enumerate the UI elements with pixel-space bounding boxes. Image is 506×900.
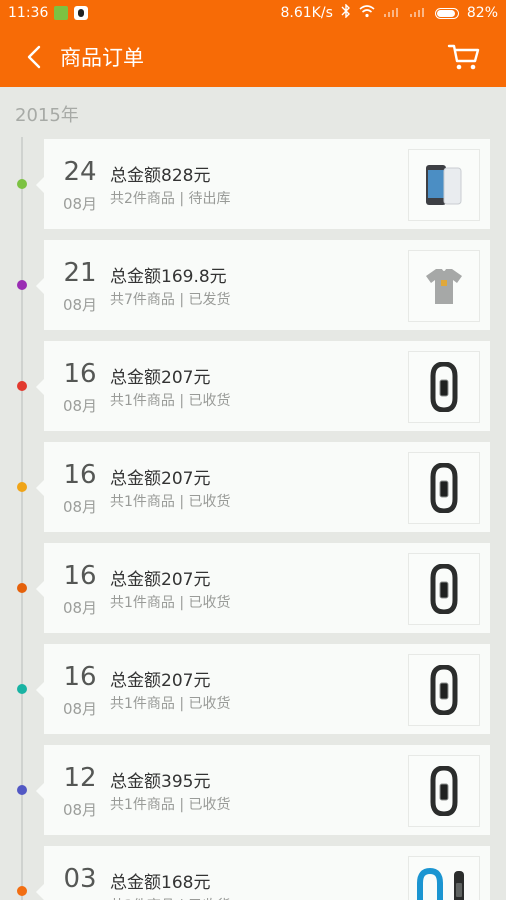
- signal-icon-2: [409, 6, 427, 21]
- order-month: 08月: [62, 296, 98, 314]
- order-card[interactable]: 16 08月 总金额207元共1件商品 | 已收货: [17, 442, 490, 532]
- page-title: 商品订单: [60, 45, 144, 70]
- band-thumbnail: [429, 564, 459, 614]
- order-total: 总金额168元: [110, 873, 211, 893]
- order-month: 08月: [62, 801, 98, 819]
- battery-fill: [436, 9, 455, 17]
- order-day: 16: [63, 460, 97, 490]
- timeline-dot: [17, 684, 27, 694]
- order-total: 总金额395元: [110, 772, 211, 792]
- order-meta: 共2件商品 | 待出库: [110, 191, 231, 207]
- order-timeline: 2015年 24 08月 总金额828元 共2件商品 | 待出库 21 08月 总金额169…: [0, 87, 506, 900]
- order-meta: 共1件商品 | 已收货: [110, 494, 231, 510]
- phone-thumbnail: [424, 162, 464, 208]
- order-day: 24: [63, 157, 97, 187]
- order-total: 总金额207元: [110, 671, 211, 691]
- order-total: 总金额207元: [110, 469, 211, 489]
- product-thumbnail[interactable]: [408, 856, 480, 900]
- bluetooth-icon: [341, 3, 351, 22]
- order-card[interactable]: 16 08月 总金额207元共1件商品 | 已收货: [17, 644, 490, 734]
- order-meta: 共7件商品 | 已发货: [110, 292, 231, 308]
- timeline-dot: [17, 785, 27, 795]
- status-time: 11:36: [8, 5, 49, 21]
- order-day: 16: [63, 561, 97, 591]
- wifi-icon: [359, 4, 375, 22]
- order-total: 总金额828元: [110, 166, 211, 186]
- order-meta: 共1件商品 | 已收货: [110, 797, 231, 813]
- order-card[interactable]: 24 08月 总金额828元共2件商品 | 待出库: [17, 139, 490, 229]
- title-bar: 商品订单: [0, 26, 506, 87]
- order-total: 总金额207元: [110, 368, 211, 388]
- order-month: 08月: [62, 700, 98, 718]
- back-button[interactable]: [14, 37, 54, 77]
- status-bar: 11:36 8.61K/s 82%: [0, 0, 506, 26]
- order-meta: 共1件商品 | 已收货: [110, 696, 231, 712]
- order-day: 16: [63, 359, 97, 389]
- timeline-dot: [17, 381, 27, 391]
- order-month: 08月: [62, 195, 98, 213]
- band-thumbnail: [429, 362, 459, 412]
- order-month: 08月: [62, 599, 98, 617]
- order-total: 总金额169.8元: [110, 267, 227, 287]
- product-thumbnail[interactable]: [408, 351, 480, 423]
- order-meta: 共1件商品 | 已收货: [110, 393, 231, 409]
- product-thumbnail[interactable]: [408, 452, 480, 524]
- order-card[interactable]: 16 08月 总金额207元共1件商品 | 已收货: [17, 341, 490, 431]
- cart-icon: [447, 44, 480, 69]
- product-thumbnail[interactable]: [408, 654, 480, 726]
- product-thumbnail[interactable]: [408, 553, 480, 625]
- order-card[interactable]: 16 08月 总金额207元共1件商品 | 已收货: [17, 543, 490, 633]
- band-thumbnail: [429, 766, 459, 816]
- order-meta: 共1件商品 | 已收货: [110, 595, 231, 611]
- shield-icon: [54, 6, 69, 20]
- timeline-dot: [17, 179, 27, 189]
- order-month: 08月: [62, 397, 98, 415]
- order-meta: 共3件商品 | 已收货: [110, 895, 231, 900]
- order-day: 12: [63, 763, 97, 793]
- order-day: 03: [63, 864, 97, 894]
- order-card[interactable]: 21 08月 总金额169.8元共7件商品 | 已发货: [17, 240, 490, 330]
- order-card[interactable]: 12 08月 总金额395元共1件商品 | 已收货: [17, 745, 490, 835]
- signal-icon: [383, 6, 401, 21]
- qq-icon: [74, 6, 89, 20]
- timeline-dot: [17, 583, 27, 593]
- order-day: 21: [63, 258, 97, 288]
- order-month: 08月: [62, 498, 98, 516]
- timeline-dot: [17, 886, 27, 896]
- network-speed: 8.61K/s: [280, 5, 333, 21]
- band-blue-thumbnail: [414, 867, 474, 900]
- timeline-dot: [17, 482, 27, 492]
- tshirt-thumbnail: [422, 264, 466, 308]
- band-thumbnail: [429, 665, 459, 715]
- band-thumbnail: [429, 463, 459, 513]
- order-day: 16: [63, 662, 97, 692]
- battery-icon: [434, 7, 459, 19]
- chevron-left-icon: [27, 45, 41, 68]
- product-thumbnail[interactable]: [408, 149, 480, 221]
- order-total: 总金额207元: [110, 570, 211, 590]
- order-card[interactable]: 0308月总金额168元共3件商品 | 已收货: [17, 846, 490, 900]
- product-thumbnail[interactable]: [408, 250, 480, 322]
- timeline-dot: [17, 280, 27, 290]
- battery-percent: 82%: [466, 5, 498, 21]
- cart-button[interactable]: [444, 37, 484, 77]
- product-thumbnail[interactable]: [408, 755, 480, 827]
- year-label: 2015年: [15, 105, 79, 126]
